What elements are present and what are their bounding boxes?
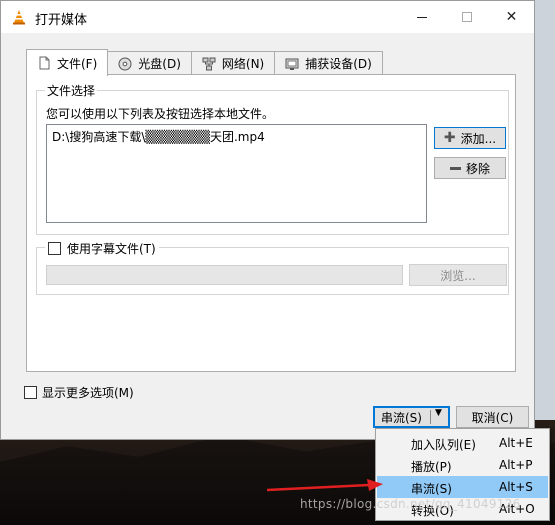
background-desktop-strip — [535, 0, 555, 420]
window-title: 打开媒体 — [35, 13, 88, 28]
close-icon: ✕ — [505, 9, 518, 25]
menu-item-label: 播放(P) — [411, 460, 452, 474]
checkbox-box[interactable] — [24, 386, 37, 399]
maximize-button[interactable] — [444, 1, 489, 33]
file-list[interactable]: D:\搜狗高速下载\▒▒▒▒▒▒▒天团.mp4 — [46, 124, 427, 223]
tab-disc-label: 光盘(D) — [138, 57, 181, 71]
open-media-dialog: 打开媒体 ✕ 文件(F) 光盘(D) 网络(N) 捕获设备(D) 文件选择 您可… — [0, 0, 535, 440]
file-icon — [39, 56, 50, 70]
watermark-text: https://blog.csdn.net/qq_41049126 — [300, 497, 521, 511]
menu-item-play[interactable]: 播放(P) Alt+P — [377, 454, 548, 476]
show-more-options-checkbox[interactable]: 显示更多选项(M) — [24, 384, 134, 401]
tab-network-label: 网络(N) — [221, 57, 265, 71]
plus-icon: ✚ — [443, 130, 456, 146]
menu-item-shortcut: Alt+P — [499, 458, 533, 472]
tab-capture-label: 捕获设备(D) — [305, 57, 372, 71]
tab-file[interactable]: 文件(F) — [26, 49, 109, 76]
menu-item-label: 加入队列(E) — [411, 438, 476, 452]
minimize-icon — [416, 16, 427, 18]
maximize-icon — [461, 12, 472, 22]
dropdown-arrow-icon[interactable]: ▼ — [435, 408, 442, 418]
subtitle-file-input[interactable] — [46, 265, 403, 285]
subtitle-checkbox[interactable]: 使用字幕文件(T) — [45, 240, 159, 257]
title-bar[interactable]: 打开媒体 ✕ — [1, 1, 534, 33]
tab-disc[interactable]: 光盘(D) — [107, 51, 192, 75]
file-tab-panel: 文件选择 您可以使用以下列表及按钮选择本地文件。 D:\搜狗高速下载\▒▒▒▒▒… — [26, 74, 516, 372]
tab-network[interactable]: 网络(N) — [190, 51, 276, 75]
disc-icon — [118, 57, 132, 70]
menu-item-enqueue[interactable]: 加入队列(E) Alt+E — [377, 432, 548, 454]
add-file-label: 添加... — [460, 131, 497, 146]
remove-file-label: 移除 — [465, 161, 490, 176]
menu-item-shortcut: Alt+E — [499, 436, 533, 450]
network-icon — [202, 57, 216, 70]
stream-split-button[interactable]: 串流(S) ▼ — [373, 406, 450, 428]
annotation-arrow-icon — [266, 479, 383, 492]
minus-icon — [449, 166, 461, 170]
capture-icon — [285, 58, 299, 70]
split-separator — [430, 410, 431, 424]
add-file-button[interactable]: ✚ 添加... — [434, 127, 506, 149]
close-button[interactable]: ✕ — [489, 1, 534, 33]
browse-label: 浏览... — [440, 268, 476, 283]
list-item[interactable]: D:\搜狗高速下载\▒▒▒▒▒▒▒天团.mp4 — [52, 128, 421, 145]
menu-item-stream[interactable]: 串流(S) Alt+S — [377, 476, 548, 498]
menu-item-label: 串流(S) — [411, 482, 452, 496]
browse-button[interactable]: 浏览... — [409, 264, 507, 286]
tab-bar: 文件(F) 光盘(D) 网络(N) 捕获设备(D) — [26, 49, 383, 76]
checkbox-box[interactable] — [48, 242, 61, 255]
cancel-button[interactable]: 取消(C) — [456, 406, 529, 428]
stream-button-label: 串流(S) — [381, 410, 422, 425]
file-selection-group: 文件选择 您可以使用以下列表及按钮选择本地文件。 D:\搜狗高速下载\▒▒▒▒▒… — [36, 82, 509, 235]
tab-capture[interactable]: 捕获设备(D) — [274, 51, 383, 75]
cancel-button-label: 取消(C) — [471, 410, 514, 425]
subtitle-group: 使用字幕文件(T) 浏览... — [36, 240, 509, 295]
file-selection-label: 文件选择 — [45, 82, 98, 99]
tab-file-label: 文件(F) — [57, 56, 98, 71]
subtitle-checkbox-label: 使用字幕文件(T) — [67, 242, 156, 256]
show-more-options-label: 显示更多选项(M) — [42, 386, 134, 400]
remove-file-button[interactable]: 移除 — [434, 157, 506, 179]
minimize-button[interactable] — [399, 1, 444, 33]
menu-item-shortcut: Alt+S — [499, 480, 533, 494]
file-selection-hint: 您可以使用以下列表及按钮选择本地文件。 — [46, 107, 275, 121]
vlc-cone-icon — [13, 10, 25, 25]
